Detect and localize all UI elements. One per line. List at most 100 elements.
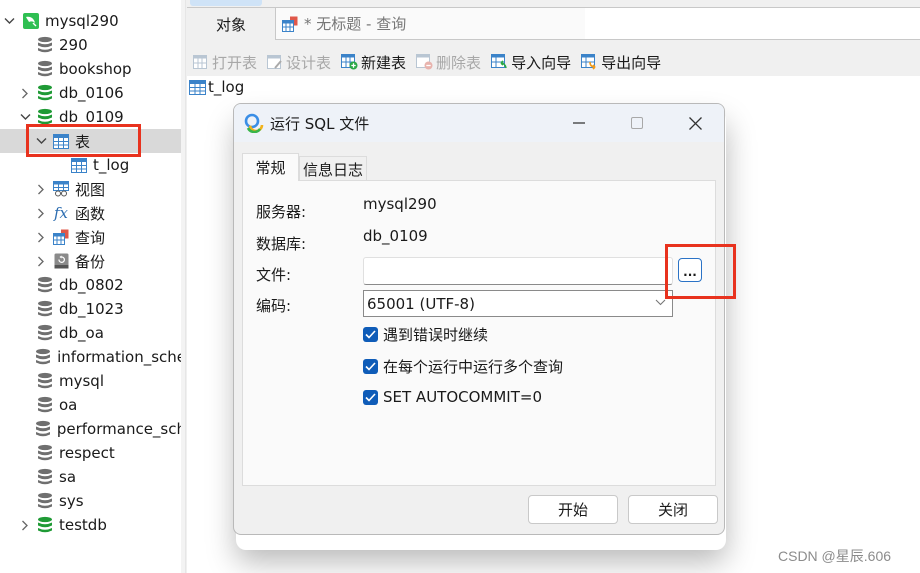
- views-folder-label: 视图: [75, 180, 106, 199]
- tree-db-oa[interactable]: oa: [0, 393, 185, 417]
- tree-db-testdb[interactable]: testdb: [0, 513, 185, 537]
- tree-db-mysql[interactable]: mysql: [0, 369, 185, 393]
- export-wizard-button[interactable]: 导出向导: [581, 52, 661, 73]
- tree-connection-mysql290[interactable]: mysql290: [0, 9, 185, 33]
- database-open-icon: [36, 84, 54, 102]
- db-label: db_0109: [59, 108, 124, 126]
- tree-db-db_1023[interactable]: db_1023: [0, 297, 185, 321]
- tab-label: 常规: [255, 159, 286, 177]
- delete-table-icon: [416, 54, 433, 70]
- object-label: t_log: [208, 78, 245, 96]
- tree-functions-folder[interactable]: fx 函数: [0, 201, 185, 225]
- encoding-select[interactable]: 65001 (UTF-8): [363, 290, 673, 317]
- database-icon: [36, 444, 54, 462]
- checkbox-autocommit[interactable]: SET AUTOCOMMIT=0: [363, 388, 542, 406]
- tab-message-log[interactable]: 信息日志: [299, 156, 367, 181]
- database-icon: [36, 324, 54, 342]
- mysql-connection-icon: [22, 12, 40, 30]
- delete-table-button[interactable]: 删除表: [416, 52, 481, 73]
- table-icon: [70, 156, 88, 174]
- tab-label: * 无标题 - 查询: [304, 15, 407, 33]
- start-button[interactable]: 开始: [528, 495, 618, 524]
- run-sql-file-dialog: 运行 SQL 文件 常规 信息日志 服务器: mysql290 数据库: db_…: [233, 103, 725, 535]
- tree-tables-folder[interactable]: 表: [0, 129, 185, 153]
- tree-db-performance_schema[interactable]: performance_sch: [0, 417, 186, 441]
- tree-db-db_0802[interactable]: db_0802: [0, 273, 185, 297]
- button-label: 开始: [557, 501, 588, 519]
- design-table-button[interactable]: 设计表: [267, 52, 331, 73]
- database-icon: [36, 468, 54, 486]
- tab-label: 信息日志: [302, 160, 363, 179]
- import-wizard-button[interactable]: 导入向导: [491, 52, 571, 73]
- tab-bar-empty: [585, 8, 920, 40]
- checkbox-checked-icon[interactable]: [363, 327, 378, 342]
- import-wizard-icon: [491, 54, 508, 70]
- file-path-input[interactable]: [363, 257, 673, 285]
- tree-queries-folder[interactable]: 查询: [0, 225, 185, 249]
- tab-objects[interactable]: 对象: [187, 8, 275, 40]
- chevron-right-icon[interactable]: [34, 201, 48, 225]
- tab-label: 对象: [215, 15, 246, 34]
- backup-icon: [52, 252, 70, 270]
- table-icon: [52, 132, 70, 150]
- checkbox-checked-icon[interactable]: [363, 389, 378, 405]
- maximize-button[interactable]: [614, 104, 660, 142]
- tree-db-sa[interactable]: sa: [0, 465, 185, 489]
- table-icon: [189, 79, 206, 95]
- browse-file-button[interactable]: ...: [678, 258, 702, 282]
- chevron-down-icon[interactable]: [2, 9, 16, 33]
- general-tab-panel: 服务器: mysql290 数据库: db_0109 文件: ... 编码: 6…: [242, 180, 716, 486]
- minimize-button[interactable]: [556, 104, 602, 142]
- object-item-t_log[interactable]: t_log: [189, 78, 244, 96]
- navicat-app-icon: [244, 113, 264, 133]
- sidebar-scrollbar[interactable]: [181, 0, 185, 573]
- db-label: mysql: [59, 372, 104, 390]
- tree-db-db_oa[interactable]: db_oa: [0, 321, 185, 345]
- db-label: performance_sch: [56, 420, 186, 438]
- tab-untitled-query[interactable]: * 无标题 - 查询: [275, 8, 585, 40]
- navigation-sidebar: mysql290 290 bookshop db_0106 db_0109 表 …: [0, 0, 186, 573]
- tree-db-sys[interactable]: sys: [0, 489, 185, 513]
- tree-backups-folder[interactable]: 备份: [0, 249, 185, 273]
- open-table-button[interactable]: 打开表: [193, 52, 257, 73]
- minimize-icon: [573, 122, 585, 124]
- tab-bar: 对象 * 无标题 - 查询: [187, 8, 920, 40]
- tab-general[interactable]: 常规: [242, 153, 299, 181]
- checkbox-multiple-queries[interactable]: 在每个运行中运行多个查询: [363, 356, 563, 377]
- close-button[interactable]: 关闭: [628, 495, 718, 524]
- db-label: 290: [59, 36, 88, 54]
- db-label: bookshop: [59, 60, 132, 78]
- database-icon: [36, 276, 54, 294]
- tree-db-db_0106[interactable]: db_0106: [0, 81, 185, 105]
- chevron-right-icon[interactable]: [18, 81, 32, 105]
- chevron-right-icon[interactable]: [34, 225, 48, 249]
- chevron-down-icon: [655, 296, 666, 309]
- new-table-button[interactable]: 新建表: [341, 52, 406, 73]
- toolbar-label: 导出向导: [601, 53, 662, 72]
- tree-db-db_0109[interactable]: db_0109: [0, 105, 185, 129]
- checkbox-label: 在每个运行中运行多个查询: [383, 358, 564, 376]
- file-label: 文件:: [256, 266, 292, 284]
- chevron-right-icon[interactable]: [34, 177, 48, 201]
- chevron-down-icon[interactable]: [34, 129, 48, 153]
- tree-db-bookshop[interactable]: bookshop: [0, 57, 185, 81]
- tree-db-290[interactable]: 290: [0, 33, 185, 57]
- tree-table-t_log[interactable]: t_log: [0, 153, 185, 177]
- close-window-button[interactable]: [672, 104, 718, 142]
- tree-db-information_schema[interactable]: information_sche: [0, 345, 186, 369]
- db-label: information_sche: [57, 348, 186, 366]
- connection-label: mysql290: [45, 12, 119, 30]
- maximize-icon: [631, 117, 643, 129]
- object-toolbar: 打开表 设计表 新建表 删除表 导入向导 导出向导: [187, 48, 920, 76]
- open-table-icon: [193, 54, 209, 70]
- chevron-down-icon[interactable]: [18, 105, 32, 129]
- toolbar-label: 导入向导: [511, 53, 572, 72]
- checkbox-checked-icon[interactable]: [363, 359, 378, 374]
- database-icon: [35, 348, 52, 366]
- tree-views-folder[interactable]: 视图: [0, 177, 185, 201]
- dialog-titlebar[interactable]: 运行 SQL 文件: [234, 104, 724, 142]
- tree-db-respect[interactable]: respect: [0, 441, 185, 465]
- chevron-right-icon[interactable]: [18, 513, 32, 537]
- checkbox-continue-on-error[interactable]: 遇到错误时继续: [363, 324, 488, 345]
- chevron-right-icon[interactable]: [34, 249, 48, 273]
